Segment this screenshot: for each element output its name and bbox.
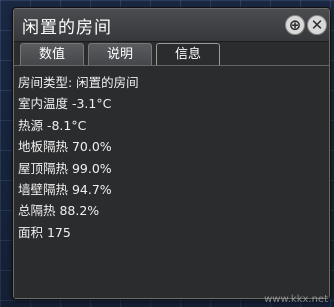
tab-values[interactable]: 数值 (20, 43, 84, 65)
close-icon[interactable]: ✕ (307, 15, 327, 35)
roof-insulation-row: 屋顶隔热 99.0% (18, 160, 112, 176)
crosshair-icon[interactable]: ⊕ (285, 15, 305, 35)
room-type-row: 房间类型: 闲置的房间 (18, 75, 139, 90)
info-list: 房间类型: 闲置的房间 室内温度 -3.1°C 热源 -8.1°C 地板隔热 7… (18, 72, 139, 243)
wall-insulation-row: 墙壁隔热 94.7% (18, 181, 112, 197)
watermark: www.kkx.net (264, 294, 328, 305)
tab-info[interactable]: 信息 (156, 43, 220, 66)
area-row: 面积 175 (18, 224, 71, 240)
tab-description[interactable]: 说明 (88, 43, 152, 65)
floor-insulation-row: 地板隔热 70.0% (18, 139, 112, 155)
panel-titlebar[interactable]: 闲置的房间 ⊕ ✕ (14, 9, 329, 42)
info-content: 房间类型: 闲置的房间 室内温度 -3.1°C 热源 -8.1°C 地板隔热 7… (14, 65, 329, 298)
total-insulation-row: 总隔热 88.2% (18, 203, 100, 219)
room-info-panel: 闲置的房间 ⊕ ✕ 数值 说明 信息 房间类型: 闲置的房间 室内温度 -3.1… (13, 8, 330, 299)
panel-title: 闲置的房间 (22, 18, 112, 38)
heat-source-row: 热源 -8.1°C (18, 117, 87, 133)
tab-bar: 数值 说明 信息 (20, 43, 224, 66)
indoor-temperature-row: 室内温度 -3.1°C (18, 96, 112, 112)
